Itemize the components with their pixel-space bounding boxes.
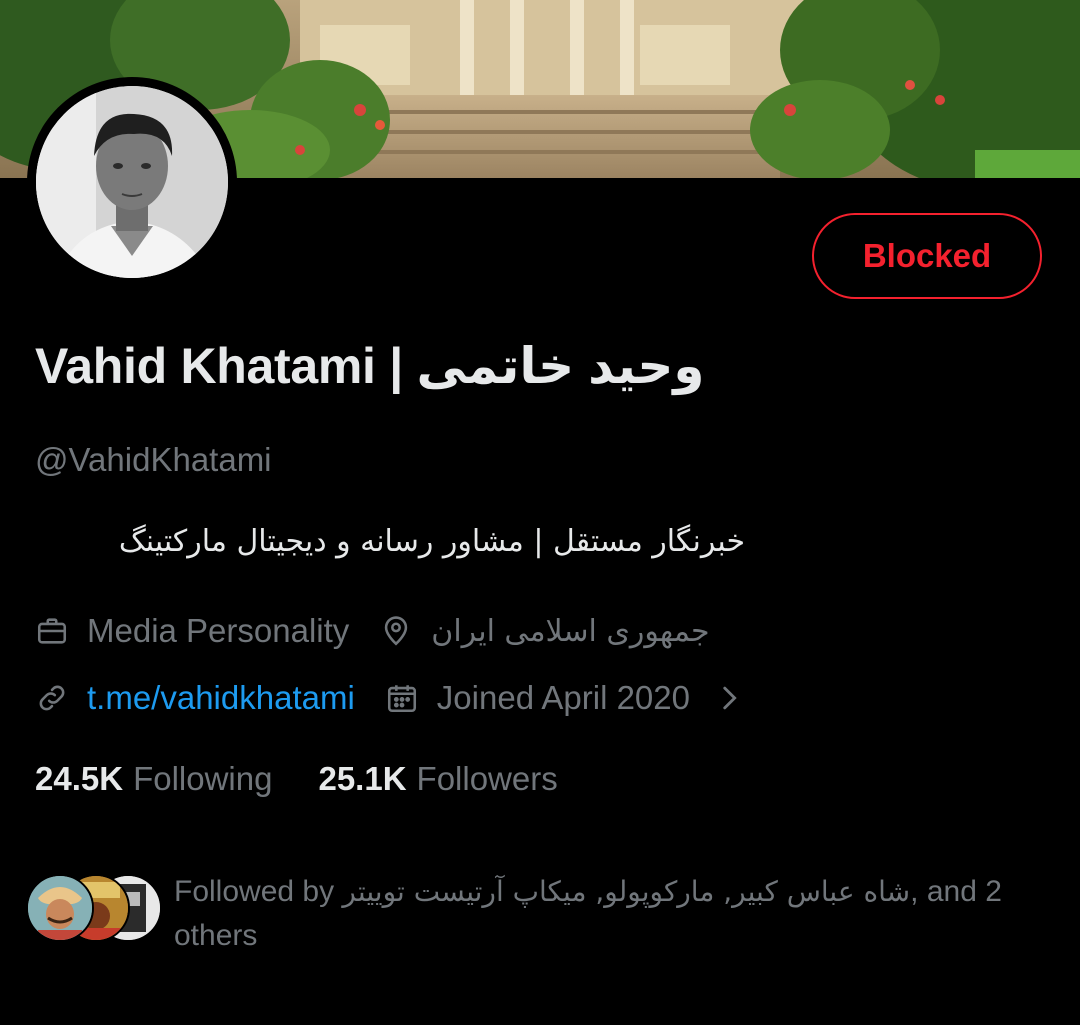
profile-meta-row-1: Media Personality جمهوری اسلامی ایران <box>35 609 710 653</box>
profile-category: Media Personality <box>87 612 350 649</box>
followers-label: Followers <box>416 760 558 797</box>
chevron-right-icon[interactable] <box>712 681 746 715</box>
profile-website-link[interactable]: t.me/vahidkhatami <box>87 679 355 717</box>
location-pin-icon <box>379 614 413 648</box>
profile-avatar[interactable] <box>27 77 237 287</box>
profile-stats: 24.5K Following 25.1K Followers <box>35 760 604 798</box>
user-handle: @VahidKhatami <box>35 441 272 478</box>
following-label: Following <box>133 760 273 797</box>
followers-count: 25.1K <box>318 760 407 797</box>
followed-by-names: شاه عباس کبیر, مارکوپولو, میکاپ آرتیست ت… <box>342 875 911 908</box>
followed-by-section[interactable]: Followed by شاه عباس کبیر, مارکوپولو, می… <box>26 868 1066 958</box>
followers-stat[interactable]: 25.1K Followers <box>318 760 557 798</box>
following-count: 24.5K <box>35 760 124 797</box>
briefcase-icon <box>35 614 69 648</box>
profile-bio: خبرنگار مستقل | مشاور رسانه و دیجیتال ما… <box>118 524 745 559</box>
profile-joined-date: Joined April 2020 <box>436 679 690 716</box>
followed-by-text: Followed by شاه عباس کبیر, مارکوپولو, می… <box>174 870 1044 958</box>
display-name: Vahid Khatami | وحید خاتمی <box>35 338 705 394</box>
calendar-icon <box>385 681 419 715</box>
blocked-button[interactable]: Blocked <box>812 213 1042 299</box>
link-icon <box>35 681 69 715</box>
avatar-photo <box>36 86 228 278</box>
profile-page: Blocked Vahid Khatami | وحید خاتمی @Vahi… <box>0 0 1080 1025</box>
follower-avatar-1 <box>26 874 94 942</box>
followed-by-prefix: Followed by <box>174 875 335 908</box>
profile-meta-row-2: t.me/vahidkhatami Joined April 2020 <box>35 676 746 720</box>
profile-location: جمهوری اسلامی ایران <box>431 613 710 649</box>
followed-by-avatars <box>26 874 166 944</box>
blocked-button-label: Blocked <box>862 237 992 274</box>
following-stat[interactable]: 24.5K Following <box>35 760 272 798</box>
